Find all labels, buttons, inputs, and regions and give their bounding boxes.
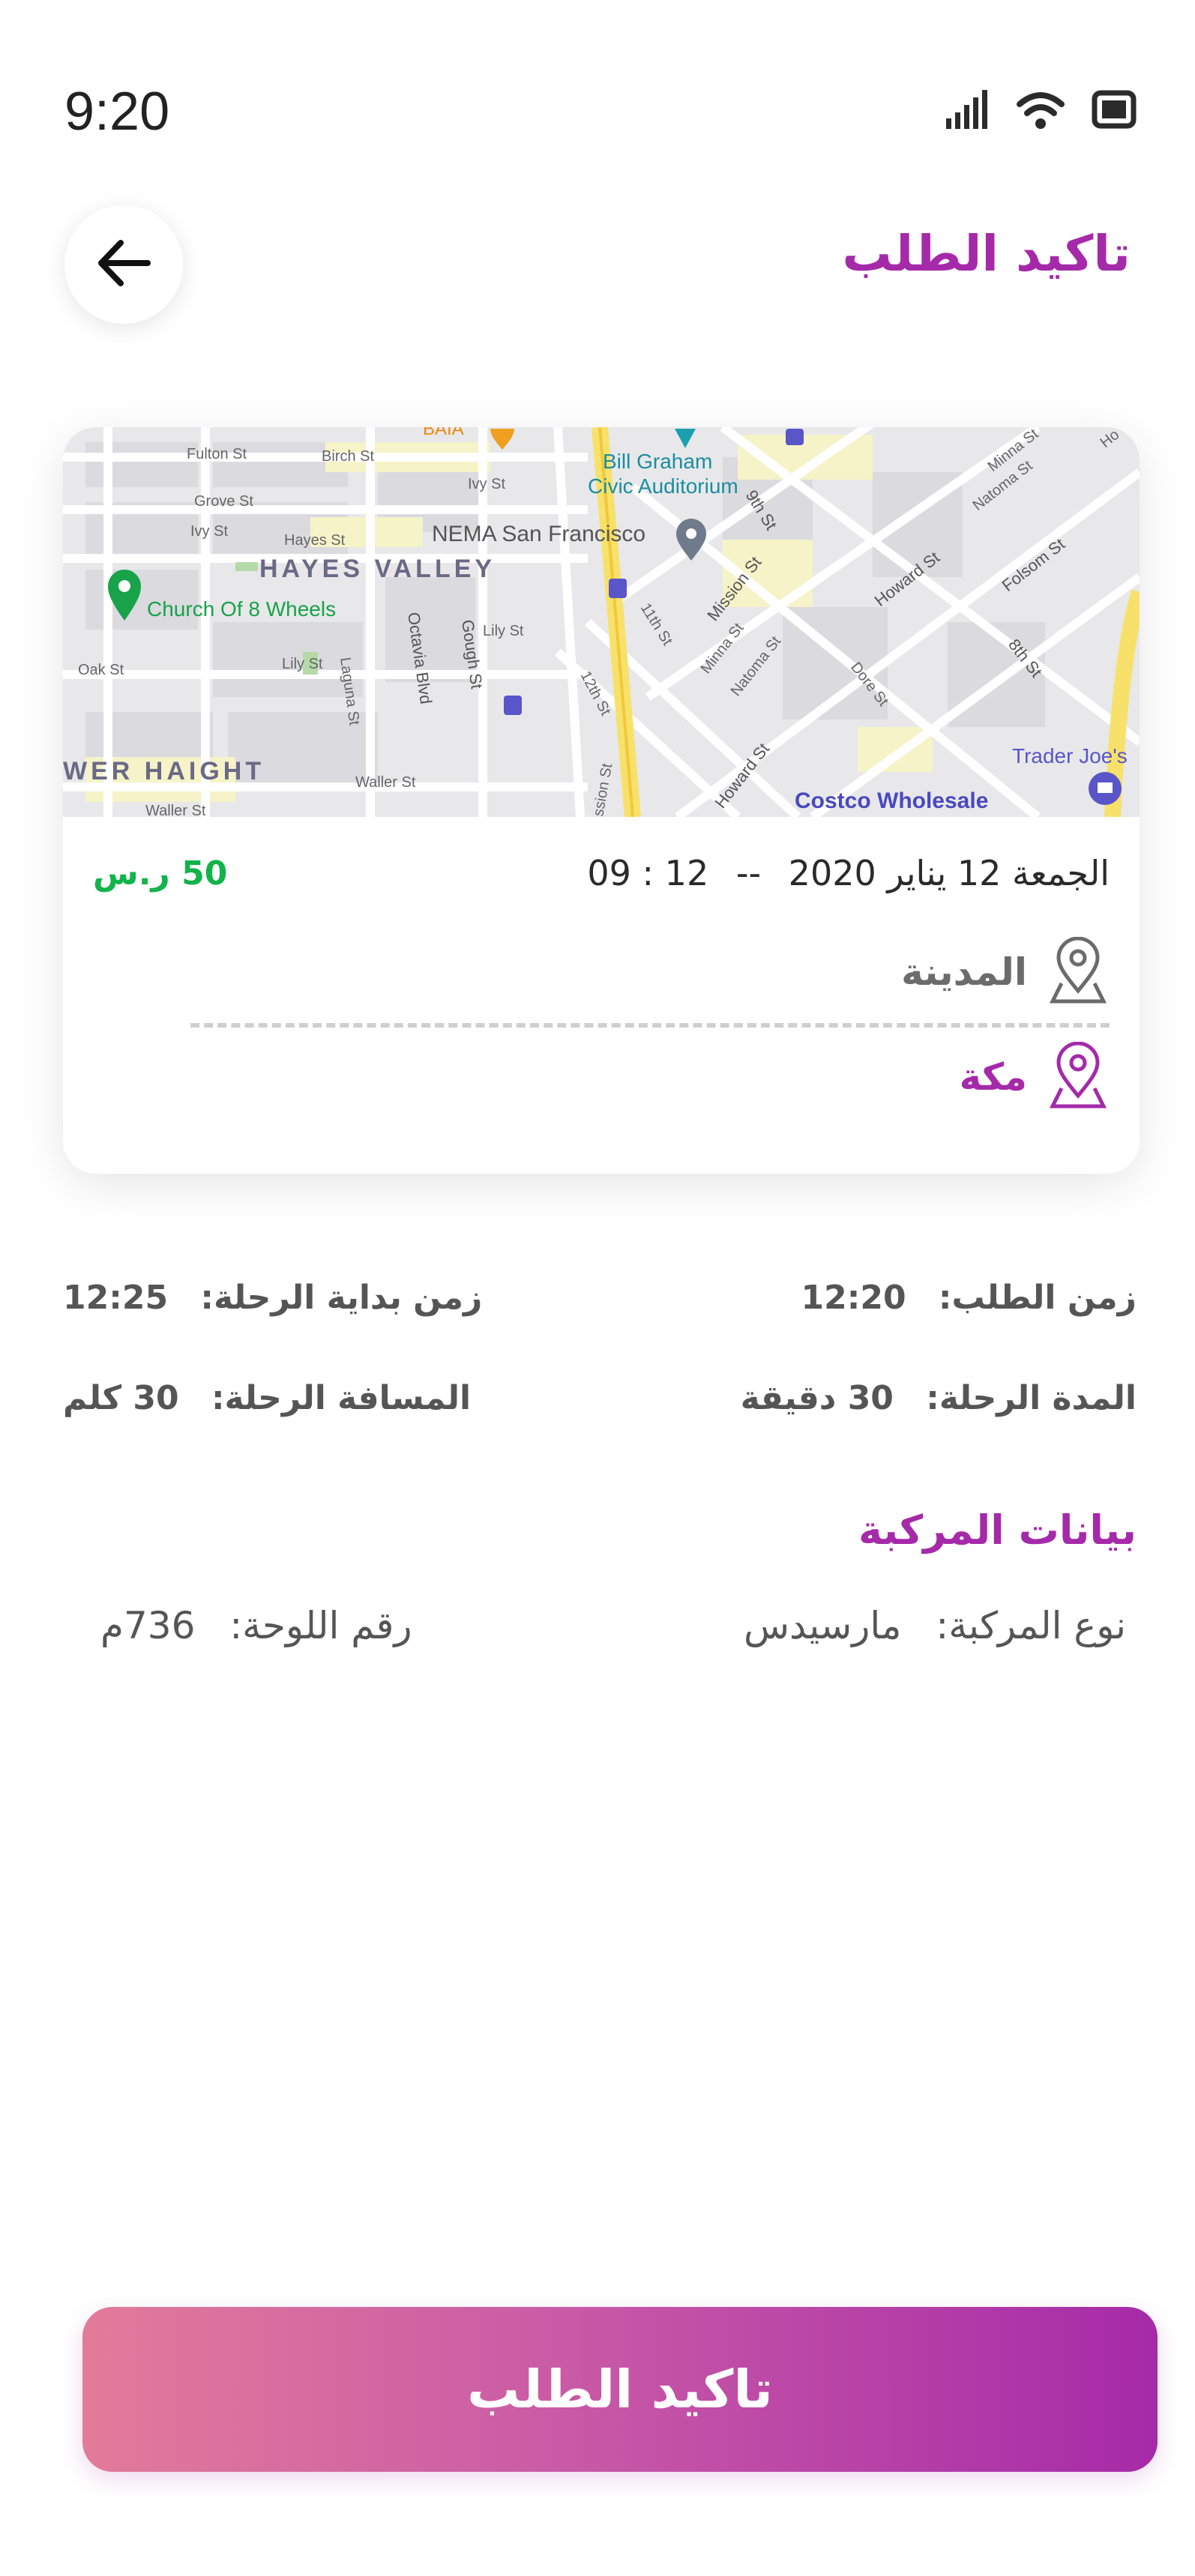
vehicle-type-value: مارسيدس xyxy=(744,1604,902,1647)
map-label-civic-auditorium: Civic Auditorium xyxy=(588,474,738,498)
datetime-separator: -- xyxy=(735,853,762,893)
duration-label: المدة الرحلة: xyxy=(926,1379,1137,1417)
map-label: Birch St xyxy=(322,448,374,465)
map-label: Ivy St xyxy=(190,523,228,540)
pickup-location: المدينة xyxy=(901,936,1110,1007)
dropoff-location: مكة xyxy=(959,1041,1110,1112)
map-label-bill-graham: Bill Graham xyxy=(603,450,712,473)
request-time-label: زمن الطلب: xyxy=(938,1279,1137,1317)
map-label: Lily St xyxy=(483,623,524,639)
map-label: Grove St xyxy=(194,493,253,510)
shopping-pin-icon xyxy=(1089,772,1122,805)
vehicle-section-title: بيانات المركبة xyxy=(858,1506,1137,1554)
duration-row: المدة الرحلة: 30 دقيقة xyxy=(741,1379,1137,1417)
start-time-row: زمن بداية الرحلة: 12:25 xyxy=(63,1279,482,1317)
map-label: Lily St xyxy=(282,656,323,672)
map-label-hayes-valley: HAYES VALLEY xyxy=(259,555,496,583)
route-divider xyxy=(190,1023,1110,1028)
map-label-costco: Costco Wholesale xyxy=(795,788,988,813)
confirm-order-button[interactable]: تاكيد الطلب xyxy=(82,2307,1158,2472)
trip-date: الجمعة 12 يناير 2020 xyxy=(788,853,1110,893)
duration-value: 30 دقيقة xyxy=(740,1379,894,1417)
map-label: Hayes St xyxy=(284,532,346,549)
trip-price: 50 ر.س xyxy=(93,854,228,893)
plate-value: 736م xyxy=(100,1604,196,1647)
vehicle-type-label: نوع المركبة: xyxy=(936,1604,1126,1647)
map-label: Oak St xyxy=(78,662,124,678)
location-pin-icon xyxy=(1047,1041,1110,1112)
back-button[interactable] xyxy=(64,205,183,324)
map-label-church: Church Of 8 Wheels xyxy=(147,597,336,621)
plate-label: رقم اللوحة: xyxy=(229,1604,412,1647)
pickup-label: المدينة xyxy=(901,950,1027,994)
map-label: Waller St xyxy=(145,803,206,817)
plate-row: رقم اللوحة: 736م xyxy=(100,1604,412,1647)
arrow-left-icon xyxy=(94,237,154,292)
dropoff-label: مكة xyxy=(959,1055,1027,1099)
trip-datetime: الجمعة 12 يناير 2020 -- 09 : 12 xyxy=(587,853,1110,893)
route-map[interactable]: Fulton St Birch St Grove St Ivy St Ivy S… xyxy=(63,427,1140,817)
vehicle-type-row: نوع المركبة: مارسيدس xyxy=(744,1604,1126,1647)
wifi-icon xyxy=(1017,89,1065,133)
start-time-label: زمن بداية الرحلة: xyxy=(200,1279,483,1317)
map-label: Fulton St xyxy=(187,446,247,462)
distance-label: المسافة الرحلة: xyxy=(211,1379,472,1417)
battery-icon xyxy=(1092,88,1137,133)
map-label: Ivy St xyxy=(468,476,505,492)
status-icons xyxy=(945,88,1137,133)
map-label-baia: BAIA xyxy=(423,427,464,439)
trip-time: 09 : 12 xyxy=(587,853,709,893)
start-time-value: 12:25 xyxy=(63,1279,169,1317)
status-time: 9:20 xyxy=(64,82,170,142)
map-label-nema: NEMA San Francisco xyxy=(432,522,645,546)
map-label: Waller St xyxy=(355,774,416,791)
request-time-value: 12:20 xyxy=(801,1279,906,1317)
signal-icon xyxy=(945,88,990,133)
request-time-row: زمن الطلب: 12:20 xyxy=(801,1279,1137,1317)
location-pin-icon xyxy=(1047,936,1110,1007)
trip-card: Fulton St Birch St Grove St Ivy St Ivy S… xyxy=(63,427,1140,1174)
distance-row: المسافة الرحلة: 30 كلم xyxy=(63,1379,471,1417)
map-label-lower-haight: WER HAIGHT xyxy=(63,757,265,785)
map-label-trader-joes: Trader Joe's xyxy=(1012,744,1128,767)
distance-value: 30 كلم xyxy=(63,1379,179,1417)
page-title: تاكيد الطلب xyxy=(842,225,1131,283)
